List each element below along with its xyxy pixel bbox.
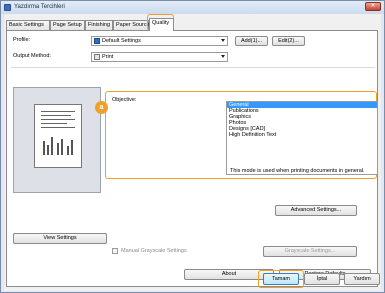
profile-icon (94, 38, 100, 44)
grayscale-settings-button[interactable]: Grayscale Settings... (263, 246, 357, 257)
dialog-client: Basic Settings Page Setup Finishing Pape… (4, 14, 381, 291)
edit-profile-button[interactable]: Edit(2)... (272, 36, 305, 46)
output-method-value: Print (102, 54, 114, 60)
ok-highlight (258, 270, 304, 288)
printer-icon (4, 4, 11, 11)
tab-paper-source[interactable]: Paper Source (113, 20, 150, 30)
divider (11, 67, 375, 68)
window-title: Yazdırma Tercihleri (14, 4, 65, 10)
title-bar: Yazdırma Tercihleri ✕ (1, 1, 384, 14)
profile-label: Profile: (13, 37, 31, 43)
advanced-settings-button[interactable]: Advanced Settings... (275, 205, 357, 216)
tab-page-setup[interactable]: Page Setup (50, 20, 85, 30)
quality-tab-panel: Profile: Default Settings Add(1)... Edit… (6, 30, 378, 287)
preview-page (34, 104, 82, 168)
close-button[interactable]: ✕ (365, 2, 381, 11)
profile-value: Default Settings (102, 38, 141, 44)
chevron-down-icon (221, 55, 225, 58)
tab-finishing[interactable]: Finishing (85, 20, 113, 30)
tab-basic-settings[interactable]: Basic Settings (6, 20, 50, 30)
manual-grayscale-checkbox[interactable] (112, 248, 118, 254)
objective-list[interactable]: General Publications Graphics Photos Des… (226, 101, 378, 175)
printing-preferences-window: Yazdırma Tercihleri ✕ Basic Settings Pag… (0, 0, 385, 293)
objective-option-high-definition-text[interactable]: High Definition Text (227, 132, 377, 138)
cancel-button[interactable]: İptal (304, 273, 340, 285)
profile-select[interactable]: Default Settings (91, 36, 228, 46)
tab-quality[interactable]: Quality (149, 18, 174, 31)
objective-description: This mode is used when printing document… (230, 168, 365, 174)
chevron-down-icon (221, 39, 225, 42)
view-settings-button[interactable]: View Settings (13, 233, 107, 244)
print-preview (13, 87, 101, 193)
objective-label: Objective: (112, 97, 137, 103)
output-method-label: Output Method: (13, 53, 51, 59)
add-profile-button[interactable]: Add(1)... (235, 36, 268, 46)
output-method-select[interactable]: Print (91, 52, 228, 62)
help-button[interactable]: Yardım (344, 273, 380, 285)
print-icon (94, 54, 100, 60)
manual-grayscale-label: Manual Grayscale Settings (121, 248, 187, 254)
